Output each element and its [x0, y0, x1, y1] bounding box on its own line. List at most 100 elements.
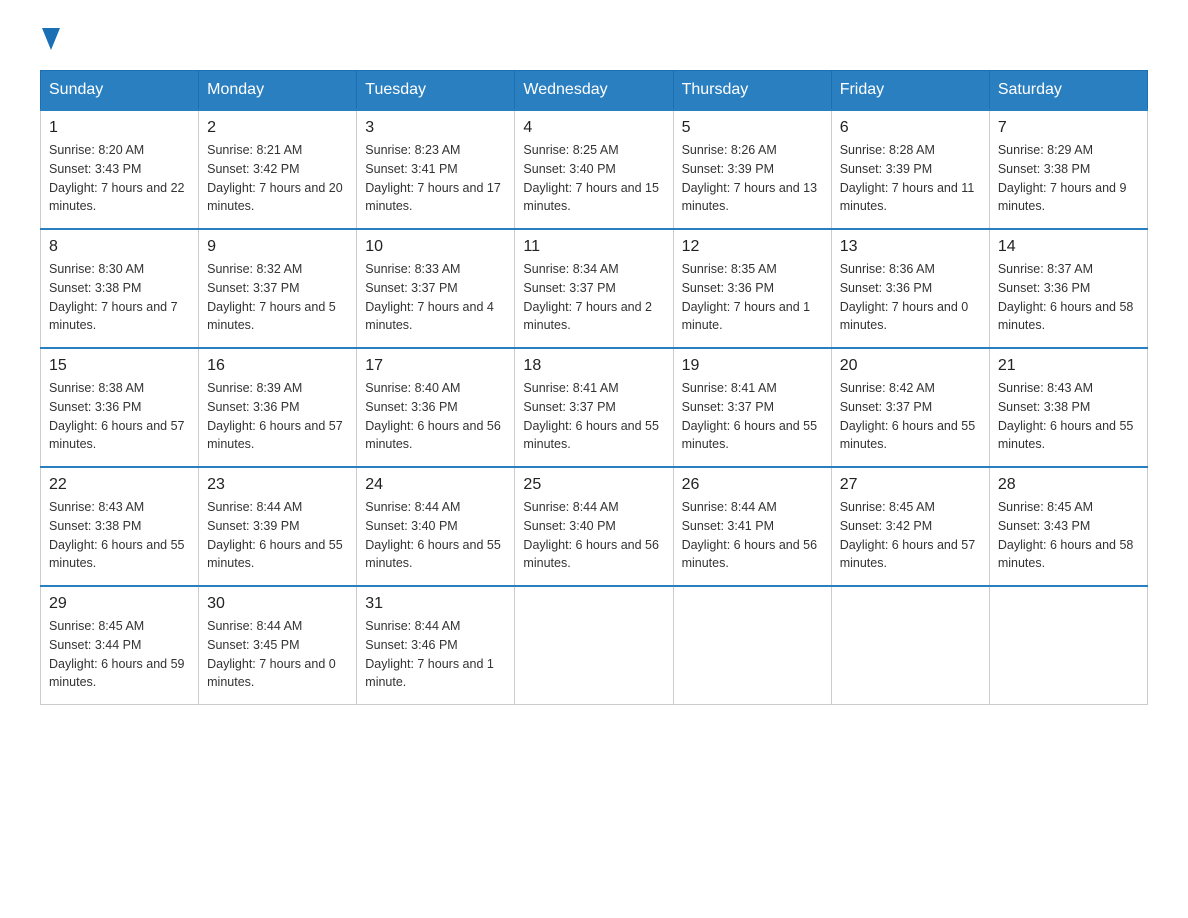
calendar-cell: 17 Sunrise: 8:40 AMSunset: 3:36 PMDaylig… — [357, 348, 515, 467]
day-info: Sunrise: 8:34 AMSunset: 3:37 PMDaylight:… — [523, 260, 664, 335]
day-number: 27 — [840, 476, 981, 494]
week-row-5: 29 Sunrise: 8:45 AMSunset: 3:44 PMDaylig… — [41, 586, 1148, 705]
page-header — [40, 30, 1148, 50]
day-info: Sunrise: 8:44 AMSunset: 3:40 PMDaylight:… — [365, 498, 506, 573]
calendar-cell: 19 Sunrise: 8:41 AMSunset: 3:37 PMDaylig… — [673, 348, 831, 467]
calendar-cell: 30 Sunrise: 8:44 AMSunset: 3:45 PMDaylig… — [199, 586, 357, 705]
calendar-cell: 23 Sunrise: 8:44 AMSunset: 3:39 PMDaylig… — [199, 467, 357, 586]
logo-triangle-icon — [42, 28, 60, 50]
calendar-cell: 24 Sunrise: 8:44 AMSunset: 3:40 PMDaylig… — [357, 467, 515, 586]
calendar-cell: 14 Sunrise: 8:37 AMSunset: 3:36 PMDaylig… — [989, 229, 1147, 348]
calendar-cell: 10 Sunrise: 8:33 AMSunset: 3:37 PMDaylig… — [357, 229, 515, 348]
day-info: Sunrise: 8:41 AMSunset: 3:37 PMDaylight:… — [523, 379, 664, 454]
calendar-cell — [831, 586, 989, 705]
calendar-cell — [515, 586, 673, 705]
day-number: 14 — [998, 238, 1139, 256]
week-row-3: 15 Sunrise: 8:38 AMSunset: 3:36 PMDaylig… — [41, 348, 1148, 467]
weekday-header-wednesday: Wednesday — [515, 71, 673, 111]
calendar-cell: 9 Sunrise: 8:32 AMSunset: 3:37 PMDayligh… — [199, 229, 357, 348]
day-info: Sunrise: 8:44 AMSunset: 3:40 PMDaylight:… — [523, 498, 664, 573]
week-row-4: 22 Sunrise: 8:43 AMSunset: 3:38 PMDaylig… — [41, 467, 1148, 586]
day-number: 12 — [682, 238, 823, 256]
calendar-cell: 28 Sunrise: 8:45 AMSunset: 3:43 PMDaylig… — [989, 467, 1147, 586]
day-info: Sunrise: 8:44 AMSunset: 3:46 PMDaylight:… — [365, 617, 506, 692]
calendar-cell: 25 Sunrise: 8:44 AMSunset: 3:40 PMDaylig… — [515, 467, 673, 586]
week-row-2: 8 Sunrise: 8:30 AMSunset: 3:38 PMDayligh… — [41, 229, 1148, 348]
weekday-header-sunday: Sunday — [41, 71, 199, 111]
calendar-cell: 2 Sunrise: 8:21 AMSunset: 3:42 PMDayligh… — [199, 110, 357, 229]
day-number: 20 — [840, 357, 981, 375]
day-info: Sunrise: 8:44 AMSunset: 3:41 PMDaylight:… — [682, 498, 823, 573]
day-number: 4 — [523, 119, 664, 137]
day-number: 24 — [365, 476, 506, 494]
day-info: Sunrise: 8:45 AMSunset: 3:42 PMDaylight:… — [840, 498, 981, 573]
day-info: Sunrise: 8:44 AMSunset: 3:39 PMDaylight:… — [207, 498, 348, 573]
weekday-header-monday: Monday — [199, 71, 357, 111]
week-row-1: 1 Sunrise: 8:20 AMSunset: 3:43 PMDayligh… — [41, 110, 1148, 229]
day-info: Sunrise: 8:35 AMSunset: 3:36 PMDaylight:… — [682, 260, 823, 335]
day-number: 31 — [365, 595, 506, 613]
day-number: 3 — [365, 119, 506, 137]
day-number: 25 — [523, 476, 664, 494]
calendar-cell: 3 Sunrise: 8:23 AMSunset: 3:41 PMDayligh… — [357, 110, 515, 229]
calendar-cell: 12 Sunrise: 8:35 AMSunset: 3:36 PMDaylig… — [673, 229, 831, 348]
weekday-header-thursday: Thursday — [673, 71, 831, 111]
calendar-cell: 31 Sunrise: 8:44 AMSunset: 3:46 PMDaylig… — [357, 586, 515, 705]
day-info: Sunrise: 8:20 AMSunset: 3:43 PMDaylight:… — [49, 141, 190, 216]
day-info: Sunrise: 8:43 AMSunset: 3:38 PMDaylight:… — [998, 379, 1139, 454]
calendar-cell: 8 Sunrise: 8:30 AMSunset: 3:38 PMDayligh… — [41, 229, 199, 348]
day-number: 15 — [49, 357, 190, 375]
day-number: 18 — [523, 357, 664, 375]
calendar-cell: 5 Sunrise: 8:26 AMSunset: 3:39 PMDayligh… — [673, 110, 831, 229]
weekday-header-row: SundayMondayTuesdayWednesdayThursdayFrid… — [41, 71, 1148, 111]
calendar-cell: 4 Sunrise: 8:25 AMSunset: 3:40 PMDayligh… — [515, 110, 673, 229]
logo — [40, 30, 60, 50]
day-number: 19 — [682, 357, 823, 375]
day-number: 11 — [523, 238, 664, 256]
day-number: 8 — [49, 238, 190, 256]
day-info: Sunrise: 8:45 AMSunset: 3:44 PMDaylight:… — [49, 617, 190, 692]
day-number: 22 — [49, 476, 190, 494]
day-number: 10 — [365, 238, 506, 256]
day-number: 5 — [682, 119, 823, 137]
weekday-header-friday: Friday — [831, 71, 989, 111]
day-info: Sunrise: 8:36 AMSunset: 3:36 PMDaylight:… — [840, 260, 981, 335]
day-info: Sunrise: 8:40 AMSunset: 3:36 PMDaylight:… — [365, 379, 506, 454]
calendar-cell: 11 Sunrise: 8:34 AMSunset: 3:37 PMDaylig… — [515, 229, 673, 348]
calendar-cell — [673, 586, 831, 705]
day-info: Sunrise: 8:32 AMSunset: 3:37 PMDaylight:… — [207, 260, 348, 335]
day-info: Sunrise: 8:37 AMSunset: 3:36 PMDaylight:… — [998, 260, 1139, 335]
calendar-cell: 18 Sunrise: 8:41 AMSunset: 3:37 PMDaylig… — [515, 348, 673, 467]
day-info: Sunrise: 8:23 AMSunset: 3:41 PMDaylight:… — [365, 141, 506, 216]
calendar-cell: 26 Sunrise: 8:44 AMSunset: 3:41 PMDaylig… — [673, 467, 831, 586]
calendar-cell: 6 Sunrise: 8:28 AMSunset: 3:39 PMDayligh… — [831, 110, 989, 229]
calendar-cell: 22 Sunrise: 8:43 AMSunset: 3:38 PMDaylig… — [41, 467, 199, 586]
calendar-cell: 20 Sunrise: 8:42 AMSunset: 3:37 PMDaylig… — [831, 348, 989, 467]
day-info: Sunrise: 8:41 AMSunset: 3:37 PMDaylight:… — [682, 379, 823, 454]
day-number: 23 — [207, 476, 348, 494]
day-number: 1 — [49, 119, 190, 137]
day-info: Sunrise: 8:44 AMSunset: 3:45 PMDaylight:… — [207, 617, 348, 692]
day-info: Sunrise: 8:30 AMSunset: 3:38 PMDaylight:… — [49, 260, 190, 335]
calendar-cell: 7 Sunrise: 8:29 AMSunset: 3:38 PMDayligh… — [989, 110, 1147, 229]
day-info: Sunrise: 8:29 AMSunset: 3:38 PMDaylight:… — [998, 141, 1139, 216]
day-number: 21 — [998, 357, 1139, 375]
day-number: 29 — [49, 595, 190, 613]
day-number: 30 — [207, 595, 348, 613]
day-info: Sunrise: 8:26 AMSunset: 3:39 PMDaylight:… — [682, 141, 823, 216]
day-info: Sunrise: 8:43 AMSunset: 3:38 PMDaylight:… — [49, 498, 190, 573]
calendar-cell: 21 Sunrise: 8:43 AMSunset: 3:38 PMDaylig… — [989, 348, 1147, 467]
calendar-cell: 15 Sunrise: 8:38 AMSunset: 3:36 PMDaylig… — [41, 348, 199, 467]
day-info: Sunrise: 8:33 AMSunset: 3:37 PMDaylight:… — [365, 260, 506, 335]
calendar-cell — [989, 586, 1147, 705]
calendar-cell: 29 Sunrise: 8:45 AMSunset: 3:44 PMDaylig… — [41, 586, 199, 705]
day-number: 2 — [207, 119, 348, 137]
calendar-cell: 13 Sunrise: 8:36 AMSunset: 3:36 PMDaylig… — [831, 229, 989, 348]
calendar-cell: 16 Sunrise: 8:39 AMSunset: 3:36 PMDaylig… — [199, 348, 357, 467]
day-info: Sunrise: 8:28 AMSunset: 3:39 PMDaylight:… — [840, 141, 981, 216]
day-number: 9 — [207, 238, 348, 256]
day-info: Sunrise: 8:25 AMSunset: 3:40 PMDaylight:… — [523, 141, 664, 216]
weekday-header-saturday: Saturday — [989, 71, 1147, 111]
day-number: 26 — [682, 476, 823, 494]
day-number: 7 — [998, 119, 1139, 137]
